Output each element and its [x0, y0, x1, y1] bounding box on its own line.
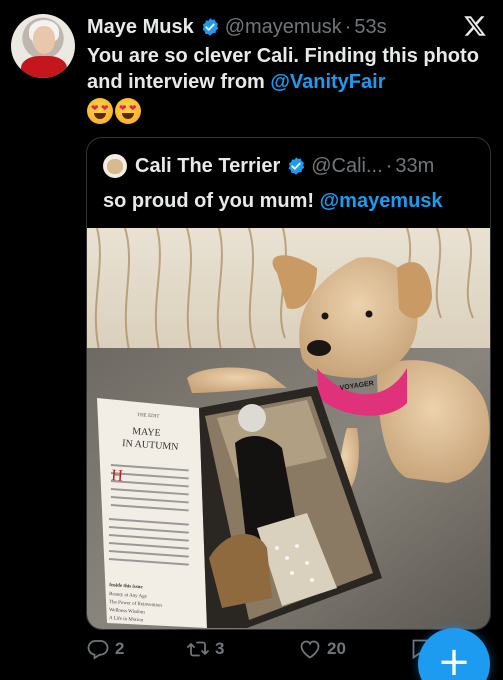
like-button[interactable]: 20 [298, 637, 346, 661]
retweet-icon [187, 641, 209, 657]
reply-button[interactable]: 2 [86, 637, 124, 661]
avatar-face [33, 26, 55, 54]
separator-dot: · [344, 15, 352, 38]
reply-icon [87, 640, 109, 660]
quoted-author-avatar[interactable] [103, 154, 127, 178]
verified-badge-icon [288, 157, 305, 175]
verified-badge-icon [202, 18, 218, 36]
like-count: 20 [327, 639, 346, 658]
quoted-tweet-header: Cali The Terrier @Cali... · 33m [103, 154, 434, 178]
quoted-author-name: Cali The Terrier [135, 154, 281, 177]
quoted-timestamp: 33m [395, 154, 435, 177]
tweet-header: Maye Musk @mayemusk · 53s [87, 14, 491, 40]
x-logo-icon[interactable] [463, 14, 487, 38]
magazine-drop-cap: H [111, 467, 124, 485]
quoted-tweet-text: so proud of you mum! @mayemusk [103, 190, 443, 213]
heart-eyes-emoji-icon: ❤ ❤ [115, 98, 141, 124]
tweet-photo[interactable]: VOYAGER THE EDIT MAYE IN AUTUMN H Inside… [87, 228, 491, 630]
plus-icon: + [437, 639, 471, 680]
retweet-button[interactable]: 3 [186, 637, 224, 661]
author-avatar[interactable] [11, 14, 75, 78]
quoted-tweet-card[interactable]: Cali The Terrier @Cali... · 33m so proud… [86, 137, 491, 630]
avatar-dress [21, 56, 67, 78]
author-handle[interactable]: @mayemusk [225, 16, 342, 39]
emoji-group: ❤ ❤ ❤ ❤ [87, 98, 141, 124]
heart-icon [300, 640, 320, 659]
magazine-headline-line1: MAYE [132, 426, 161, 439]
author-name[interactable]: Maye Musk [87, 16, 194, 39]
reply-count: 2 [115, 639, 125, 658]
retweet-count: 3 [215, 639, 225, 658]
tweet-text: You are so clever Cali. Finding this pho… [87, 43, 497, 95]
quoted-text-body: so proud of you mum! [103, 190, 320, 212]
quoted-author-handle: @Cali... [311, 154, 383, 177]
tweet-timestamp[interactable]: 53s [354, 16, 386, 39]
mention-link[interactable]: @VanityFair [270, 71, 385, 93]
separator-dot: · [385, 154, 393, 177]
heart-eyes-emoji-icon: ❤ ❤ [87, 98, 113, 124]
quoted-mention-link[interactable]: @mayemusk [320, 190, 443, 212]
